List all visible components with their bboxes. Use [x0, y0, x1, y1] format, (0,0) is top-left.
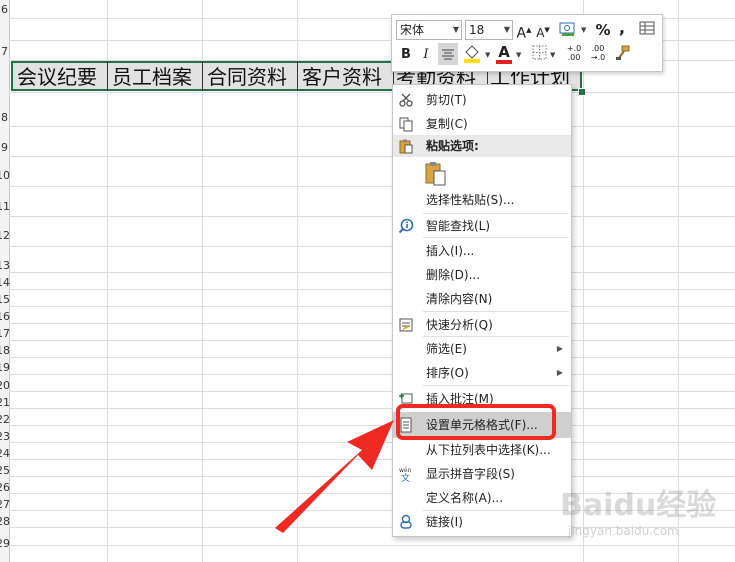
annotation-arrow [275, 420, 394, 533]
watermark-url: jingyan.baidu.com [568, 524, 679, 538]
watermark-logo: Baidu经验 [560, 488, 717, 523]
